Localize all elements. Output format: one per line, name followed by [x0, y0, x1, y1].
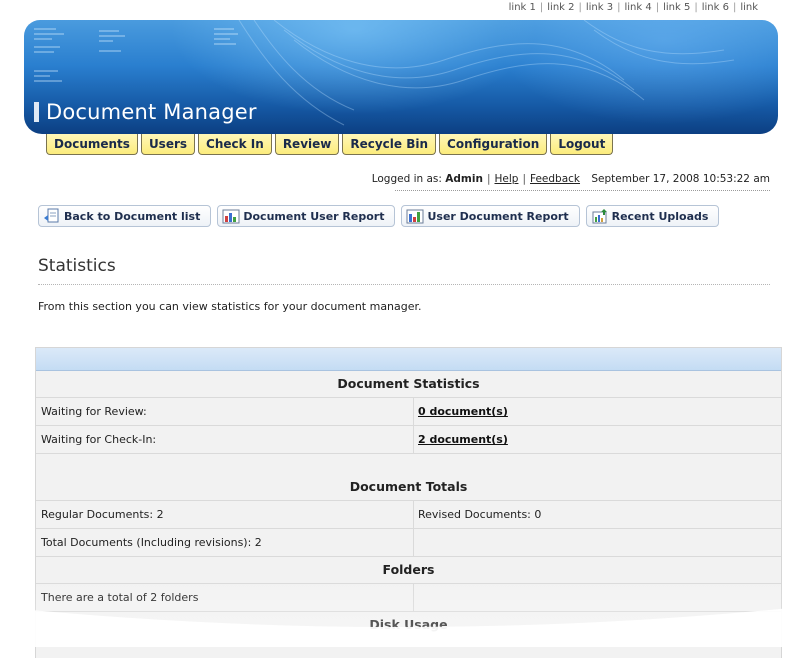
page-title: Statistics: [38, 256, 116, 276]
row-right: Revised Documents: 0: [418, 508, 542, 521]
back-to-document-list-label: Back to Document list: [64, 209, 201, 223]
table-row: There are a total of 2 folders: [36, 583, 781, 611]
bar-chart-icon: [406, 209, 424, 224]
row-right: [414, 584, 781, 611]
bar-chart-icon: [222, 209, 240, 224]
tab-users[interactable]: Users: [140, 134, 196, 155]
row-value-cell: 0 document(s): [414, 398, 781, 425]
page-intro: From this section you can view statistic…: [38, 300, 422, 313]
row-label: Waiting for Check-In:: [36, 426, 414, 453]
app-title-text: Document Manager: [46, 100, 257, 124]
tab-review[interactable]: Review: [274, 134, 340, 155]
section-title-document-statistics: Document Statistics: [337, 376, 480, 391]
waiting-checkin-link[interactable]: 2 document(s): [418, 433, 508, 446]
top-link-2[interactable]: link 2: [547, 2, 574, 13]
document-user-report-label: Document User Report: [243, 209, 385, 223]
feedback-link[interactable]: Feedback: [530, 173, 580, 185]
top-link-6[interactable]: link 6: [702, 2, 729, 13]
row-value-cell: 2 document(s): [414, 426, 781, 453]
tab-documents[interactable]: Documents: [46, 134, 138, 155]
app-title: Document Manager: [34, 100, 257, 124]
title-divider: [38, 284, 770, 285]
document-user-report-button[interactable]: Document User Report: [217, 205, 396, 227]
tab-recycle-bin[interactable]: Recycle Bin: [342, 134, 437, 155]
timestamp: September 17, 2008 10:53:22 am: [591, 173, 770, 185]
row-label: Waiting for Review:: [36, 398, 414, 425]
login-prefix: Logged in as:: [371, 173, 442, 185]
table-header-bar: [36, 348, 781, 371]
recent-uploads-label: Recent Uploads: [611, 209, 709, 223]
table-row: Waiting for Review: 0 document(s): [36, 397, 781, 425]
login-divider: [395, 190, 770, 191]
upload-chart-icon: [592, 209, 607, 224]
top-link-3[interactable]: link 3: [586, 2, 613, 13]
user-document-report-label: User Document Report: [427, 209, 569, 223]
user-document-report-button[interactable]: User Document Report: [401, 205, 580, 227]
recent-uploads-button[interactable]: Recent Uploads: [585, 205, 720, 227]
header-banner: Document Manager: [24, 20, 778, 134]
top-link-7[interactable]: link: [740, 2, 758, 13]
statistics-table: Document Statistics Waiting for Review: …: [35, 347, 782, 658]
row-right: [414, 529, 781, 556]
main-nav: Documents Users Check In Review Recycle …: [46, 134, 616, 155]
section-spacer: [36, 453, 781, 474]
tab-logout[interactable]: Logout: [550, 134, 614, 155]
row-left: There are a total of 2 folders: [36, 584, 414, 611]
login-user: Admin: [445, 173, 483, 185]
top-link-1[interactable]: link 1: [509, 2, 536, 13]
section-title-disk-usage: Disk Usage: [36, 611, 781, 638]
tab-check-in[interactable]: Check In: [198, 134, 272, 155]
table-row: Total Documents (Including revisions): 2: [36, 528, 781, 556]
back-to-document-list-button[interactable]: Back to Document list: [38, 205, 212, 227]
action-toolbar: Back to Document list Document User Repo…: [38, 205, 725, 227]
table-row: Regular Documents: 2 Revised Documents: …: [36, 500, 781, 528]
top-link-4[interactable]: link 4: [624, 2, 651, 13]
document-back-icon: [44, 208, 59, 223]
waiting-review-link[interactable]: 0 document(s): [418, 405, 508, 418]
title-bar-decoration: [34, 102, 39, 122]
tab-configuration[interactable]: Configuration: [439, 134, 548, 155]
top-links: link 1 | link 2 | link 3 | link 4 | link 5 | link …: [508, 2, 758, 13]
row-left: Total Documents (Including revisions): 2: [36, 529, 414, 556]
login-status: Logged in as: Admin | Help | Feedback Septem…: [371, 173, 770, 185]
row-left: Regular Documents: 2: [36, 501, 414, 528]
table-row: Waiting for Check-In: 2 document(s): [36, 425, 781, 453]
section-title-folders: Folders: [36, 556, 781, 583]
top-link-5[interactable]: link 5: [663, 2, 690, 13]
help-link[interactable]: Help: [495, 173, 519, 185]
section-title-document-totals: Document Totals: [349, 479, 468, 494]
